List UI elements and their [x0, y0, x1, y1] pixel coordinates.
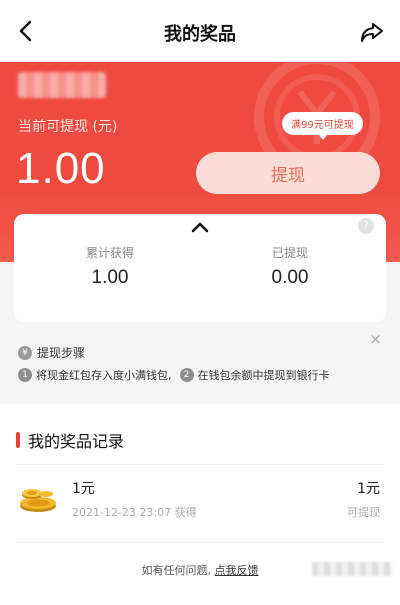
- feedback-link[interactable]: 点我反馈: [215, 564, 259, 577]
- withdraw-threshold-tip: 满99元可提现: [282, 112, 363, 140]
- step-2-text: 在钱包余额中提现到银行卡: [197, 369, 330, 382]
- balance-amount: 1.00: [16, 144, 106, 193]
- total-earned-label: 累计获得: [85, 246, 134, 260]
- records-title: 我的奖品记录: [28, 432, 125, 451]
- blurred-watermark: [312, 562, 392, 576]
- record-status: 可提现: [347, 506, 380, 519]
- close-icon[interactable]: ×: [369, 330, 382, 348]
- withdrawn-value: 0.00: [271, 267, 309, 288]
- withdrawn-stat: 已提现 0.00: [210, 244, 370, 289]
- summary-card: ? 累计获得 1.00 已提现 0.00: [14, 214, 386, 322]
- section-accent-bar: [16, 432, 20, 448]
- chevron-up-icon[interactable]: [190, 220, 210, 234]
- yen-icon: ¥: [18, 345, 32, 360]
- help-icon[interactable]: ?: [358, 218, 374, 234]
- record-time: 2021-12-23 23:07 获得: [72, 506, 197, 519]
- divider: [16, 542, 384, 543]
- withdrawn-label: 已提现: [271, 246, 308, 260]
- record-value: 1元: [357, 481, 380, 497]
- withdraw-steps: × ¥ 提现步骤 1 将现金红包存入度小满钱包, 2 在钱包余额中提现到银行卡: [14, 330, 386, 388]
- gold-coins-icon: [20, 489, 56, 512]
- balance-label: 当前可提现 (元): [18, 119, 118, 135]
- blurred-user-name: [18, 72, 106, 98]
- share-icon[interactable]: [358, 18, 386, 46]
- records-header: 我的奖品记录: [16, 428, 124, 452]
- top-nav-bar: 我的奖品: [0, 0, 400, 62]
- record-row[interactable]: 1元 2021-12-23 23:07 获得 1元 可提现: [0, 464, 400, 534]
- steps-title: 提现步骤: [37, 346, 86, 360]
- step-1-number-icon: 1: [18, 368, 32, 382]
- record-title: 1元: [72, 481, 95, 497]
- step-1-text: 将现金红包存入度小满钱包,: [36, 369, 172, 382]
- footer-question: 如有任何问题,: [141, 564, 212, 577]
- withdraw-button[interactable]: 提现: [196, 152, 380, 194]
- steps-line: 1 将现金红包存入度小满钱包, 2 在钱包余额中提现到银行卡: [18, 367, 330, 383]
- steps-header: ¥ 提现步骤: [18, 344, 85, 361]
- page-title: 我的奖品: [164, 24, 236, 45]
- step-2-number-icon: 2: [179, 368, 194, 382]
- prize-records-section: 我的奖品记录 1元 2021-12-23 23:07 获得 1元 可提现 如有任…: [0, 404, 400, 605]
- total-earned-stat: 累计获得 1.00: [30, 244, 190, 289]
- total-earned-value: 1.00: [91, 267, 129, 288]
